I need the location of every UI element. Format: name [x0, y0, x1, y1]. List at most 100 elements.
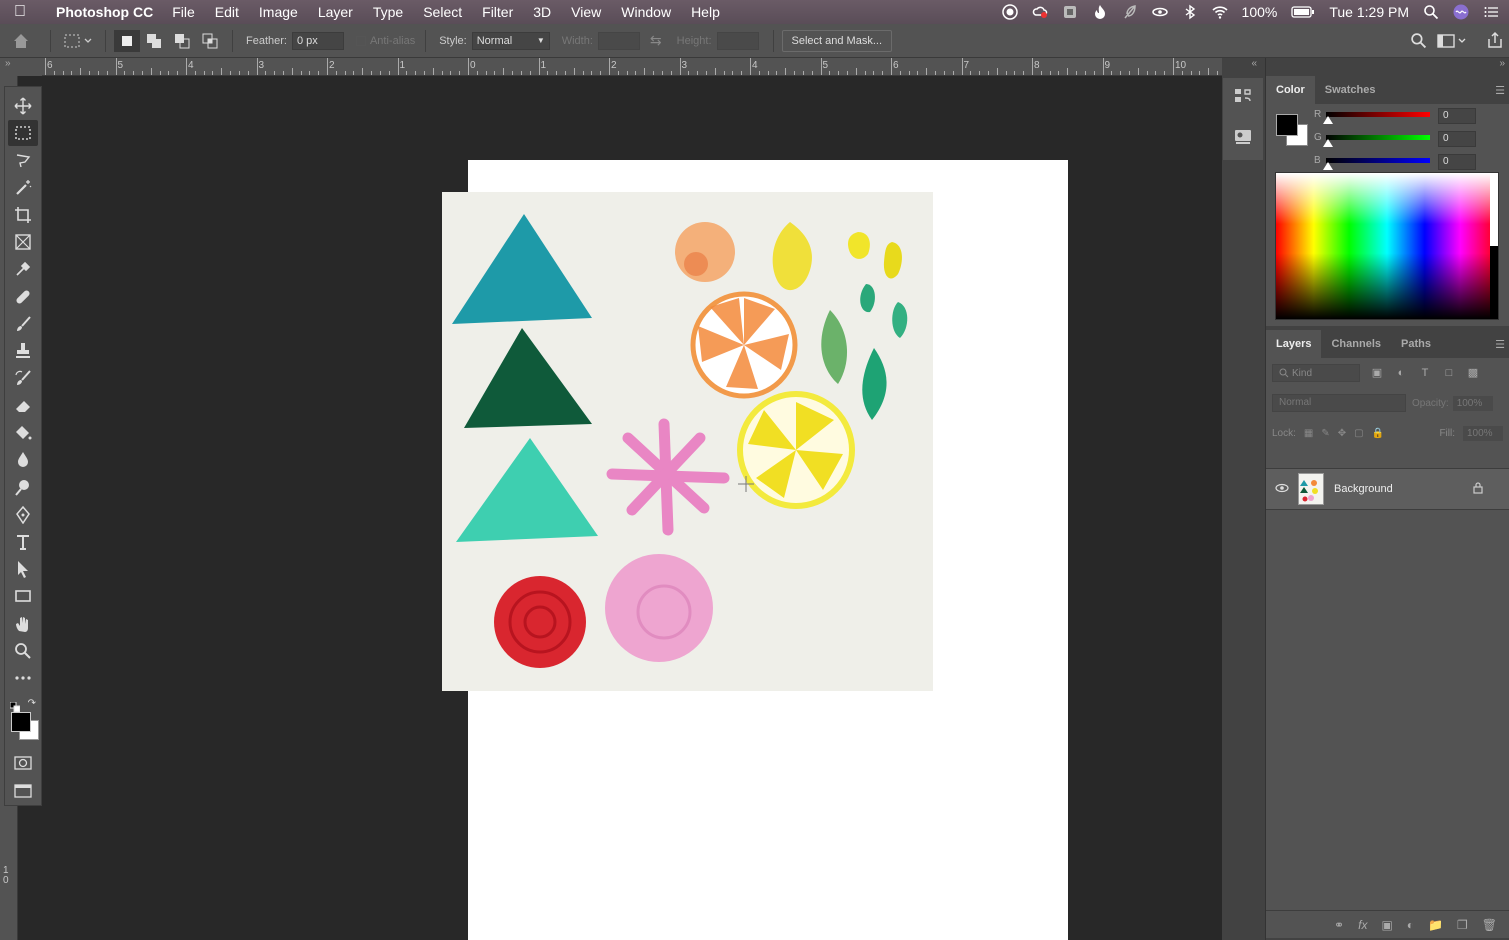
lock-transparent-pixels-icon[interactable]: ▦ [1304, 428, 1313, 439]
tab-channels[interactable]: Channels [1321, 330, 1391, 358]
menu-layer[interactable]: Layer [318, 4, 353, 20]
lock-all-icon[interactable]: 🔒 [1372, 428, 1384, 439]
eye-mask-icon[interactable] [1151, 4, 1168, 20]
green-track[interactable] [1326, 135, 1430, 140]
swap-dimensions-icon[interactable]: ⇆ [650, 32, 662, 49]
healing-brush-tool[interactable] [8, 284, 38, 310]
new-layer-icon[interactable]: ❐ [1457, 918, 1468, 932]
collapse-panels-icon[interactable]: » [1266, 58, 1509, 76]
rectangle-tool[interactable] [8, 584, 38, 610]
adjustment-layer-icon[interactable]: ◐ [1407, 918, 1414, 932]
pen-tool[interactable] [8, 502, 38, 528]
delete-layer-trash-icon[interactable]: 🗑 [1482, 918, 1497, 932]
dodge-tool[interactable] [8, 475, 38, 501]
history-brush-tool[interactable] [8, 366, 38, 392]
type-tool[interactable] [8, 529, 38, 555]
menu-file[interactable]: File [172, 4, 195, 20]
layer-name[interactable]: Background [1334, 483, 1393, 495]
color-panel-foreground-swatch[interactable] [1276, 114, 1298, 136]
shape-layer-filter-icon[interactable]: □ [1442, 366, 1456, 380]
hand-tool[interactable] [8, 611, 38, 637]
share-icon[interactable] [1486, 31, 1504, 52]
lock-artboard-icon[interactable]: ▢ [1354, 428, 1363, 439]
red-thumb[interactable] [1323, 116, 1333, 124]
style-select[interactable]: Normal ▼ [471, 31, 550, 50]
zoom-tool[interactable] [8, 638, 38, 664]
default-colors-icon[interactable] [9, 699, 21, 712]
history-panel-icon[interactable] [1233, 86, 1253, 111]
lock-image-pixels-icon[interactable]: ✎ [1321, 428, 1329, 439]
menu-filter[interactable]: Filter [482, 4, 513, 20]
menu-window[interactable]: Window [621, 4, 671, 20]
apple-menu-icon[interactable]:  [0, 3, 40, 21]
panel-menu-icon[interactable]: ☰ [1495, 84, 1505, 97]
paint-bucket-tool[interactable] [8, 420, 38, 446]
panel-menu-icon[interactable]: ☰ [1495, 338, 1505, 351]
menu-image[interactable]: Image [259, 4, 298, 20]
battery-icon[interactable] [1291, 5, 1315, 19]
red-track[interactable] [1326, 112, 1430, 117]
feather-icon[interactable] [1122, 4, 1138, 20]
swap-colors-icon[interactable]: ↷ [28, 698, 36, 709]
tab-paths[interactable]: Paths [1391, 330, 1441, 358]
tab-color[interactable]: Color [1266, 76, 1315, 104]
move-tool[interactable] [8, 93, 38, 119]
add-mask-icon[interactable]: ▣ [1381, 918, 1392, 932]
green-thumb[interactable] [1323, 139, 1333, 147]
blue-track[interactable] [1326, 158, 1430, 163]
blur-tool[interactable] [8, 447, 38, 473]
home-button[interactable] [0, 30, 42, 52]
frame-tool[interactable] [8, 229, 38, 255]
search-icon[interactable] [1410, 32, 1427, 52]
tool-preset-picker[interactable] [59, 30, 97, 52]
tab-layers[interactable]: Layers [1266, 330, 1322, 358]
height-input[interactable] [716, 31, 759, 50]
new-selection-button[interactable] [114, 29, 140, 52]
width-input[interactable] [597, 31, 640, 50]
layer-visibility-eye-icon[interactable] [1266, 482, 1298, 496]
workspace-switcher-icon[interactable] [1437, 33, 1467, 52]
subtract-from-selection-button[interactable] [168, 30, 196, 52]
tab-swatches[interactable]: Swatches [1315, 76, 1386, 104]
fill-field[interactable]: 100% [1463, 425, 1503, 441]
menu-edit[interactable]: Edit [215, 4, 239, 20]
link-layers-icon[interactable]: ⚭ [1334, 918, 1344, 932]
pixel-layer-filter-icon[interactable]: ▣ [1370, 366, 1384, 380]
new-group-folder-icon[interactable]: 📁 [1428, 918, 1443, 932]
screen-mode-tool[interactable] [8, 778, 38, 804]
lock-position-icon[interactable]: ✥ [1338, 428, 1346, 439]
add-to-selection-button[interactable] [140, 30, 168, 52]
creative-cloud-icon[interactable] [1032, 4, 1048, 20]
rectangular-marquee-tool[interactable] [8, 120, 38, 147]
magic-wand-tool[interactable] [8, 175, 38, 201]
path-selection-tool[interactable] [8, 556, 38, 582]
layer-kind-filter[interactable]: Kind [1272, 364, 1360, 382]
blue-thumb[interactable] [1323, 162, 1333, 170]
siri-icon[interactable] [1453, 4, 1469, 20]
anti-alias-checkbox[interactable] [355, 35, 366, 46]
color-spectrum[interactable] [1275, 172, 1499, 320]
green-value-field[interactable]: 0 [1438, 131, 1476, 147]
opacity-field[interactable]: 100% [1452, 395, 1493, 411]
menu-3d[interactable]: 3D [533, 4, 551, 20]
record-icon[interactable] [1001, 4, 1018, 20]
menu-view[interactable]: View [571, 4, 601, 20]
spotlight-search-icon[interactable] [1423, 4, 1439, 20]
crop-tool[interactable] [8, 202, 38, 228]
properties-panel-icon[interactable] [1233, 127, 1253, 152]
app-name-menu[interactable]: Photoshop CC [56, 4, 153, 20]
blend-mode-select[interactable]: Normal [1272, 394, 1406, 412]
red-value-field[interactable]: 0 [1438, 108, 1476, 124]
layer-style-fx-icon[interactable]: fx [1358, 918, 1367, 932]
intersect-selection-button[interactable] [196, 30, 224, 52]
clone-stamp-tool[interactable] [8, 338, 38, 364]
ruler-corner[interactable]: » [0, 58, 42, 76]
horizontal-ruler[interactable]: 6 5 4 3 2 1 0 1 2 3 4 5 6 7 8 9 10 [42, 58, 1222, 76]
blue-value-field[interactable]: 0 [1438, 154, 1476, 170]
clock[interactable]: Tue 1:29 PM [1329, 4, 1409, 20]
smart-object-filter-icon[interactable]: ▩ [1466, 366, 1480, 380]
layer-thumbnail[interactable] [1298, 473, 1324, 505]
flame-icon[interactable] [1092, 4, 1108, 20]
feather-input[interactable] [291, 31, 344, 50]
black-white-ramp[interactable] [1490, 173, 1498, 319]
